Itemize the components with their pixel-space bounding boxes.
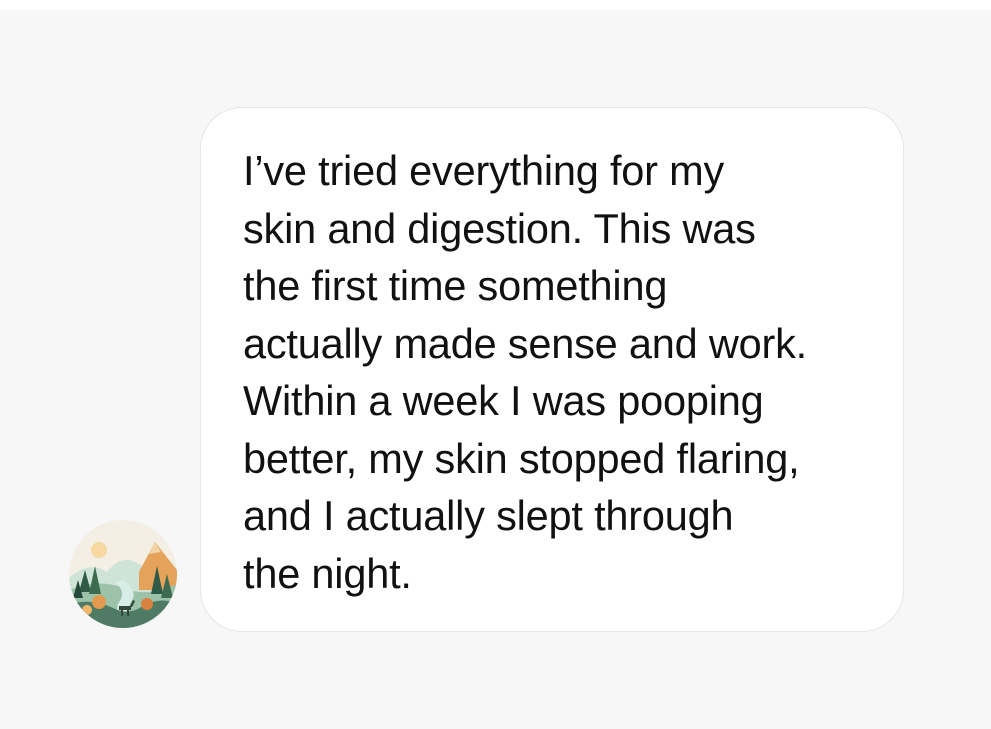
message-line: Within a week I was pooping (243, 377, 764, 424)
message-line: better, my skin stopped flaring, (243, 434, 800, 482)
forest-landscape-icon (69, 520, 177, 628)
top-edge-strip (0, 0, 991, 10)
message-bubble[interactable]: I’ve tried everything for my skin and di… (200, 107, 904, 632)
sender-avatar[interactable] (69, 520, 177, 628)
message-line: and I actually slept through (243, 492, 734, 539)
message-text: I’ve tried everything for my skin and di… (243, 142, 873, 602)
message-line: I’ve tried everything for my (243, 147, 725, 194)
message-line: the first time something (243, 262, 668, 309)
message-line: the night. (243, 549, 412, 597)
message-line: skin and digestion. This was (243, 204, 756, 252)
message-line: actually made sense and work. (243, 319, 807, 367)
